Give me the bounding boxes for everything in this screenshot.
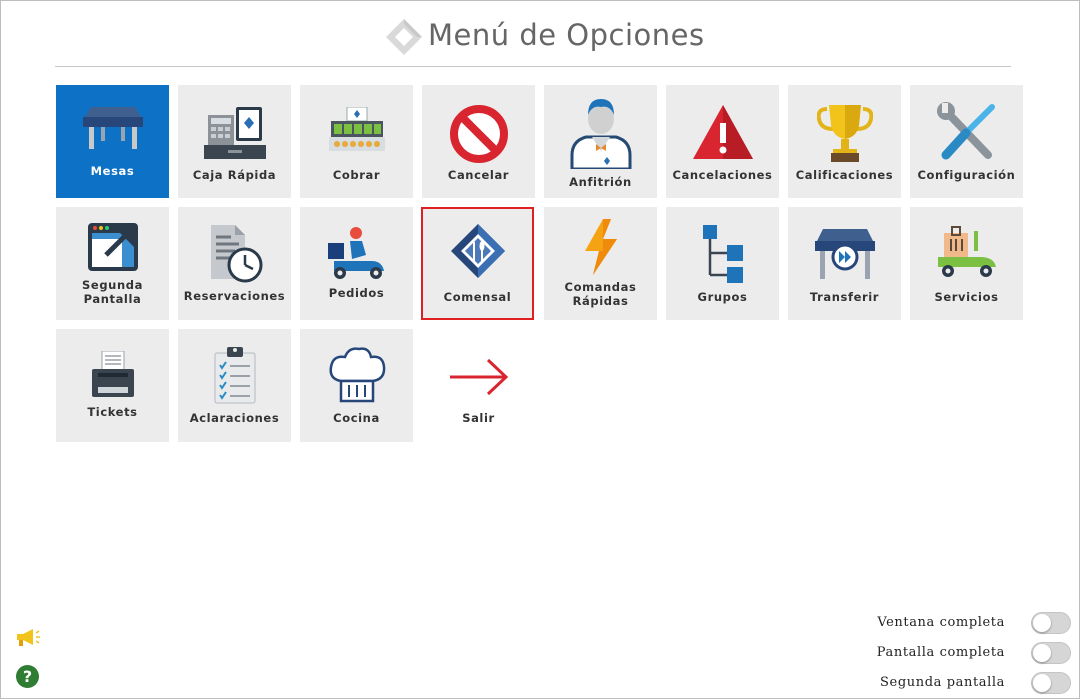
tile-label: Tickets (87, 405, 138, 419)
toggle-segunda-pantalla[interactable]: Segunda pantalla (871, 672, 1071, 696)
tile-pedidos[interactable]: Pedidos (300, 207, 413, 320)
lightning-icon (584, 219, 617, 275)
diamond-logo-icon (386, 19, 422, 55)
tile-caja-rapida[interactable]: Caja Rápida (178, 85, 291, 198)
tile-configuracion[interactable]: Configuración (910, 85, 1023, 198)
tile-cancelaciones[interactable]: Cancelaciones (666, 85, 779, 198)
tile-cancelar[interactable]: Cancelar (422, 85, 535, 198)
trophy-icon (816, 105, 873, 162)
tile-salir[interactable]: Salir (422, 329, 535, 442)
table-icon (82, 107, 143, 149)
tile-label: Comandas Rápidas (564, 280, 637, 308)
tile-label: Configuración (917, 168, 1016, 182)
tile-reservaciones[interactable]: Reservaciones (178, 207, 291, 320)
tools-icon (936, 102, 995, 160)
tile-label: Segunda Pantalla (82, 278, 143, 306)
switch-knob (1033, 644, 1051, 662)
page-title: Menú de Opciones (428, 18, 705, 52)
tile-label: Aclaraciones (189, 411, 280, 425)
tile-aclaraciones[interactable]: Aclaraciones (178, 329, 291, 442)
help-icon[interactable]: ? (16, 665, 39, 688)
switch-knob (1033, 674, 1051, 692)
arrow-right-icon (449, 358, 508, 396)
reservations-clock-icon (210, 225, 262, 283)
tile-grupos[interactable]: Grupos (666, 207, 779, 320)
switch-pantalla-completa[interactable] (1031, 642, 1071, 664)
tile-calificaciones[interactable]: Calificaciones (788, 85, 901, 198)
transfer-table-icon (814, 229, 875, 279)
cash-drawer-icon (328, 107, 385, 151)
second-screen-icon (87, 223, 138, 271)
groups-tree-icon (702, 225, 743, 283)
tile-label: Cancelaciones (672, 168, 773, 182)
tile-mesas[interactable]: Mesas (56, 85, 169, 198)
clipboard-checklist-icon (214, 347, 255, 404)
tile-anfitrion[interactable]: Anfitrión (544, 85, 657, 198)
toggle-label: Ventana completa (877, 615, 1005, 630)
tile-label: Salir (462, 411, 495, 425)
tile-label: Transferir (809, 290, 880, 304)
tile-label: Cancelar (447, 168, 510, 182)
tile-label: Reservaciones (183, 289, 286, 303)
toggle-label: Segunda pantalla (880, 675, 1005, 690)
switch-ventana-completa[interactable] (1031, 612, 1071, 634)
megaphone-icon[interactable] (15, 627, 41, 647)
switch-segunda-pantalla[interactable] (1031, 672, 1071, 694)
tile-segunda-pantalla[interactable]: Segunda Pantalla (56, 207, 169, 320)
diner-logo-icon (450, 224, 505, 278)
delivery-scooter-icon (327, 227, 384, 279)
tile-comandas-rapidas[interactable]: Comandas Rápidas (544, 207, 657, 320)
services-scooter-icon (937, 226, 996, 277)
tile-label: Mesas (90, 164, 135, 178)
tile-label: Calificaciones (795, 168, 894, 182)
app-window: Menú de Opciones Mesas Caja Rápida Cobra… (0, 0, 1080, 699)
tile-comensal[interactable]: Comensal (421, 207, 534, 320)
tile-label: Servicios (934, 290, 999, 304)
tile-cobrar[interactable]: Cobrar (300, 85, 413, 198)
ticket-printer-icon (91, 351, 134, 397)
tile-servicios[interactable]: Servicios (910, 207, 1023, 320)
tile-transferir[interactable]: Transferir (788, 207, 901, 320)
toggle-pantalla-completa[interactable]: Pantalla completa (871, 642, 1071, 666)
header-divider (55, 66, 1011, 67)
tile-label: Anfitrión (569, 175, 632, 189)
switch-knob (1033, 614, 1051, 632)
tile-label: Pedidos (328, 286, 385, 300)
tile-label: Grupos (697, 290, 748, 304)
tile-label: Cobrar (332, 168, 381, 182)
toggle-ventana-completa[interactable]: Ventana completa (871, 612, 1071, 636)
chef-hat-icon (328, 347, 385, 403)
tile-tickets[interactable]: Tickets (56, 329, 169, 442)
toggle-label: Pantalla completa (876, 645, 1005, 660)
host-icon (570, 99, 631, 169)
cash-register-icon (203, 107, 266, 159)
tile-label: Comensal (443, 290, 512, 304)
header: Menú de Opciones (1, 13, 1080, 57)
tile-label: Caja Rápida (192, 168, 277, 182)
prohibited-icon (449, 105, 508, 163)
tile-cocina[interactable]: Cocina (300, 329, 413, 442)
warning-icon (692, 105, 753, 159)
tile-label: Cocina (333, 411, 380, 425)
